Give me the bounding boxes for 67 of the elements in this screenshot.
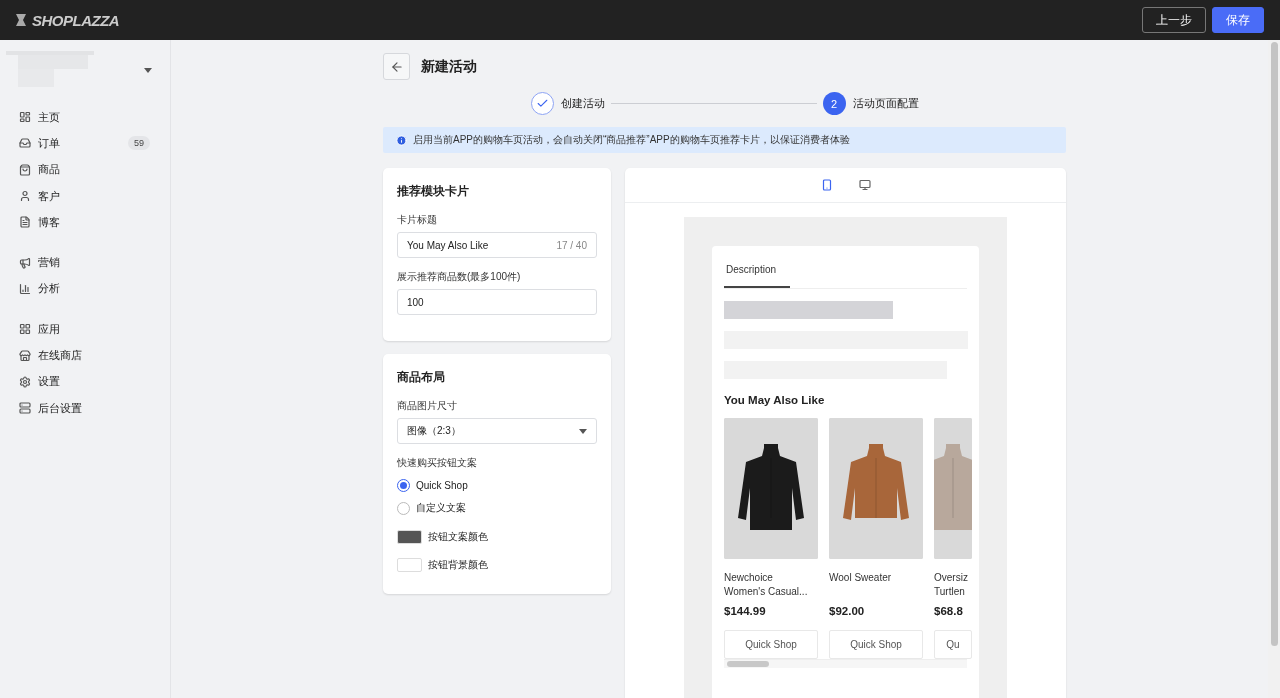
desktop-view-button[interactable] [858,179,871,191]
dashboard-icon [19,111,31,124]
nav-item[interactable]: 博客 [0,209,170,236]
card-title: 推荐模块卡片 [397,184,470,199]
color-label: 按钮背景颜色 [428,558,488,572]
nav-item[interactable]: 主页 [0,104,170,131]
product-name: Oversiz Turtlen [934,571,969,599]
nav-item[interactable]: 分析 [0,275,170,303]
field-label: 商品图片尺寸 [397,399,458,413]
check-icon [535,97,549,110]
document-icon [19,216,31,229]
product-price: $92.00 [829,605,866,617]
select-field[interactable]: 图像（2:3） [397,418,597,444]
radio-button[interactable] [397,501,410,515]
save-button[interactable]: 保存 [1212,7,1264,33]
product-price: $144.99 [724,605,767,617]
grid-icon [19,323,31,336]
count-badge: 59 [128,136,150,151]
horizontal-scrollbar[interactable] [724,659,967,668]
field-label: 快速购买按钮文案 [397,456,478,470]
field-label: 卡片标题 [397,213,438,227]
section-heading: You May Also Like [724,394,826,406]
quick-shop-button[interactable]: Qu [934,630,972,659]
nav-item[interactable]: 客户 [0,182,170,210]
step-number: 2 [822,92,846,115]
nav-item[interactable]: 应用 [0,316,170,343]
quick-shop-button[interactable]: Quick Shop [724,630,818,659]
settings-icon [19,375,31,388]
product-price: $68.8 [934,605,964,617]
info-icon [396,134,407,146]
storefront-icon [19,349,31,362]
bag-icon [19,163,31,176]
nav-item[interactable]: 订单 59 [0,130,170,157]
dropdown-caret-icon[interactable] [144,67,152,73]
inbox-icon [19,137,31,150]
radio-option[interactable]: Quick Shop [397,479,597,492]
color-label: 按钮文案颜色 [428,530,488,544]
character-counter: 17 / 40 [556,239,587,251]
field-label: 展示推荐商品数(最多100件) [397,270,522,284]
card-title: 商品布局 [397,370,446,385]
previous-step-button[interactable]: 上一步 [1142,7,1206,33]
radio-button[interactable] [397,479,410,492]
nav-item[interactable]: 商品 [0,156,170,183]
brand-name: SHOPLAZZA [32,11,120,29]
radio-option[interactable]: 自定义文案 [397,501,597,515]
input-field[interactable]: You May Also Like 17 / 40 [397,232,597,258]
product-name: Newchoice Women's Casual... [724,571,809,599]
nav-item[interactable]: 在线商店 [0,342,170,369]
step-label: 活动页面配置 [852,96,919,111]
nav-item[interactable]: 后台设置 [0,394,170,422]
step-label: 创建活动 [560,96,605,111]
logo-icon [14,13,28,27]
color-swatch[interactable] [397,530,422,544]
product-name: Wool Sweater [829,571,893,585]
nav-item[interactable]: 营销 [0,249,170,276]
alert-text: 启用当前APP的购物车页活动，会自动关闭“商品推荐”APP的购物车页推荐卡片，以保证消费者体验 [413,133,850,147]
person-icon [19,190,31,203]
bar-chart-icon [19,282,31,295]
megaphone-icon [19,256,31,269]
nav-item[interactable]: 设置 [0,368,170,395]
caret-icon [579,428,587,434]
server-icon [19,402,31,415]
page-title: 新建活动 [421,57,477,76]
input-field[interactable]: 100 [397,289,597,315]
color-swatch[interactable] [397,558,422,572]
mobile-view-button[interactable] [820,179,833,191]
quick-shop-button[interactable]: Quick Shop [829,630,923,659]
